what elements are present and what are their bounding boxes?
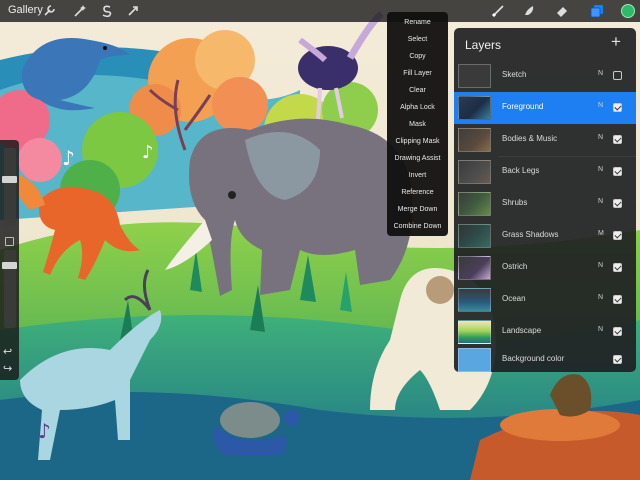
layer-visibility-checkbox[interactable] [613, 327, 622, 336]
layer-name: Ocean [502, 294, 526, 303]
layer-visibility-checkbox[interactable] [613, 263, 622, 272]
layer-row-bodies-music[interactable]: Bodies & Music N [454, 124, 636, 156]
layer-row-ocean[interactable]: Ocean N [454, 284, 636, 316]
layer-thumbnail [458, 224, 491, 248]
layer-visibility-checkbox[interactable] [613, 199, 622, 208]
menu-item-copy[interactable]: Copy [387, 48, 448, 65]
layer-name: Shrubs [502, 198, 528, 207]
add-layer-button[interactable]: + [611, 32, 621, 52]
blend-mode-button[interactable]: N [598, 262, 603, 269]
menu-item-mask[interactable]: Mask [387, 116, 448, 133]
blend-mode-button[interactable]: N [598, 102, 603, 109]
layer-row-ostrich[interactable]: Ostrich N [454, 252, 636, 284]
layer-thumbnail [458, 348, 491, 372]
modify-button[interactable] [5, 237, 14, 246]
blend-mode-button[interactable]: M [598, 230, 604, 237]
svg-text:♪: ♪ [142, 142, 154, 163]
layer-visibility-checkbox[interactable] [613, 135, 622, 144]
layer-name: Foreground [502, 102, 544, 111]
layers-icon[interactable] [588, 2, 606, 20]
menu-item-drawing-assist[interactable]: Drawing Assist [387, 150, 448, 167]
layer-name: Ostrich [502, 262, 528, 271]
svg-text:♪: ♪ [62, 146, 75, 170]
layer-thumbnail [458, 64, 491, 88]
gallery-button[interactable]: Gallery [8, 4, 43, 16]
wrench-icon[interactable] [40, 2, 58, 20]
menu-item-combine-down[interactable]: Combine Down [387, 218, 448, 235]
blend-mode-button[interactable]: N [598, 294, 603, 301]
layer-thumbnail [458, 320, 491, 344]
opacity-thumb[interactable] [2, 262, 17, 269]
layer-visibility-checkbox[interactable] [613, 355, 622, 364]
blend-mode-button[interactable]: N [598, 70, 603, 77]
layer-thumbnail [458, 96, 491, 120]
magic-wand-icon[interactable] [71, 2, 89, 20]
layer-thumbnail [458, 192, 491, 216]
layer-row-back-legs[interactable]: Back Legs N [454, 156, 636, 188]
layer-visibility-checkbox[interactable] [613, 71, 622, 80]
layers-panel: Layers + Sketch N Foreground N Bodies & … [454, 28, 636, 372]
layer-thumbnail [458, 288, 491, 312]
menu-item-merge-down[interactable]: Merge Down [387, 201, 448, 218]
layer-thumbnail [458, 256, 491, 280]
menu-item-clipping-mask[interactable]: Clipping Mask [387, 133, 448, 150]
color-picker-swatch[interactable] [621, 4, 635, 18]
eraser-icon[interactable] [553, 2, 571, 20]
layer-visibility-checkbox[interactable] [613, 231, 622, 240]
layer-visibility-checkbox[interactable] [613, 167, 622, 176]
blend-mode-button[interactable]: N [598, 326, 603, 333]
layer-name: Back Legs [502, 166, 540, 175]
layer-row-grass-shadows[interactable]: Grass Shadows M [454, 220, 636, 252]
layer-row-background-color[interactable]: Background color [454, 344, 636, 376]
side-bar: ↩ ↪ [0, 140, 19, 380]
blend-mode-button[interactable]: N [598, 166, 603, 173]
layer-row-sketch[interactable]: Sketch N [454, 60, 636, 92]
layer-row-foreground[interactable]: Foreground N [454, 92, 636, 124]
menu-item-alpha-lock[interactable]: Alpha Lock [387, 99, 448, 116]
layers-panel-title: Layers [465, 38, 502, 52]
menu-item-clear[interactable]: Clear [387, 82, 448, 99]
layer-row-shrubs[interactable]: Shrubs N [454, 188, 636, 220]
selection-icon[interactable] [98, 2, 116, 20]
opacity-slider[interactable] [2, 250, 17, 328]
menu-item-fill-layer[interactable]: Fill Layer [387, 65, 448, 82]
brush-size-thumb[interactable] [2, 176, 17, 183]
layer-name: Grass Shadows [502, 230, 559, 239]
menu-item-invert[interactable]: Invert [387, 167, 448, 184]
layer-visibility-checkbox[interactable] [613, 295, 622, 304]
menu-item-rename[interactable]: Rename [387, 14, 448, 31]
layer-visibility-checkbox[interactable] [613, 103, 622, 112]
layer-name: Bodies & Music [502, 134, 558, 143]
brush-icon[interactable] [489, 2, 507, 20]
blend-mode-button[interactable]: N [598, 198, 603, 205]
redo-icon[interactable]: ↪ [3, 362, 12, 375]
layer-thumbnail [458, 128, 491, 152]
layer-name: Landscape [502, 326, 542, 335]
svg-text:♪: ♪ [38, 419, 51, 443]
blend-mode-button[interactable]: N [598, 134, 603, 141]
layer-name: Sketch [502, 70, 527, 79]
transform-icon[interactable] [124, 2, 142, 20]
brush-size-slider[interactable] [2, 148, 17, 226]
top-toolbar: Gallery [0, 0, 640, 22]
layer-options-menu: Rename Select Copy Fill Layer Clear Alph… [387, 12, 448, 236]
menu-item-reference[interactable]: Reference [387, 184, 448, 201]
smudge-icon[interactable] [520, 2, 538, 20]
menu-item-select[interactable]: Select [387, 31, 448, 48]
undo-icon[interactable]: ↩ [3, 345, 12, 358]
layer-thumbnail [458, 160, 491, 184]
layer-name: Background color [502, 354, 565, 363]
